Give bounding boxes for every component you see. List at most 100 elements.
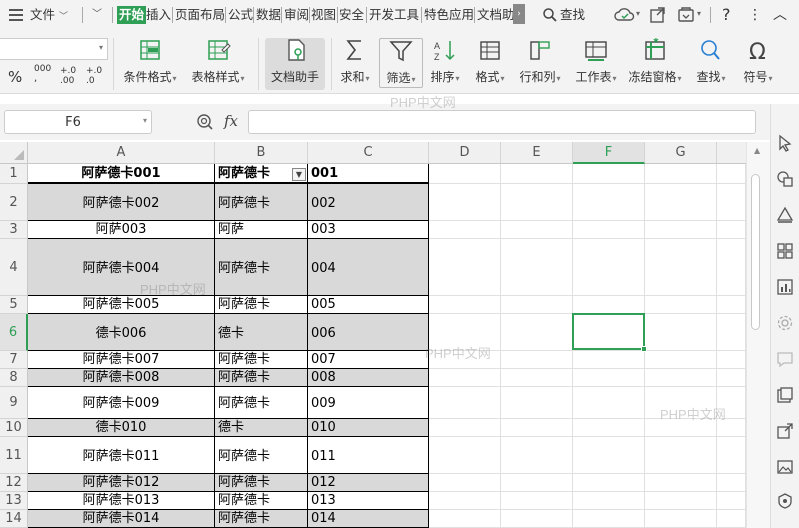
worksheet-button[interactable]: 工作表▾ (568, 38, 624, 90)
settings-icon[interactable] (776, 314, 794, 332)
cell-f1[interactable] (573, 164, 645, 184)
cell-f5[interactable] (573, 296, 645, 314)
cell-a6[interactable]: 德卡006 (28, 314, 215, 351)
cell-g12[interactable] (645, 474, 717, 492)
table-style-button[interactable]: 表格样式▾ (188, 38, 248, 90)
tab-developer[interactable]: 开发工具 (369, 6, 419, 24)
cell-f11[interactable] (573, 437, 645, 474)
column-header-a[interactable]: A (28, 142, 215, 164)
cell-e11[interactable] (501, 437, 573, 474)
search-icon[interactable] (542, 7, 558, 23)
doc-assistant-button[interactable]: 文档助手 (265, 38, 325, 90)
cell-g7[interactable] (645, 351, 717, 369)
cell-a5[interactable]: 阿萨德卡005 (28, 296, 215, 314)
cell-d8[interactable] (429, 369, 501, 387)
image-icon[interactable] (776, 458, 794, 476)
cell-h7[interactable] (717, 351, 746, 369)
cell-e4[interactable] (501, 239, 573, 296)
zoom-formula-icon[interactable] (196, 113, 214, 131)
cell-h3[interactable] (717, 221, 746, 239)
cell-g2[interactable] (645, 184, 717, 221)
comment-icon[interactable] (776, 350, 794, 368)
vertical-scrollbar[interactable]: ▲ (746, 142, 770, 528)
cell-d13[interactable] (429, 492, 501, 510)
cell-a10[interactable]: 德卡010 (28, 419, 215, 437)
tab-page-layout[interactable]: 页面布局 (175, 6, 225, 24)
column-header-b[interactable]: B (215, 142, 308, 164)
cell-e6[interactable] (501, 314, 573, 351)
cell-c7[interactable]: 007 (308, 351, 429, 369)
cell-h2[interactable] (717, 184, 746, 221)
cell-d3[interactable] (429, 221, 501, 239)
chart-icon[interactable] (776, 278, 794, 296)
tab-data[interactable]: 数据 (256, 6, 281, 24)
filter-button[interactable]: 筛选▾ (379, 38, 423, 90)
quick-access-dropdown-icon[interactable]: ﹀ (92, 6, 102, 24)
cell-e7[interactable] (501, 351, 573, 369)
cell-c2[interactable]: 002 (308, 184, 429, 221)
cell-g6[interactable] (645, 314, 717, 351)
fill-handle[interactable] (641, 346, 647, 352)
cell-h6[interactable] (717, 314, 746, 351)
sort-button[interactable]: AZ 排序▾ (423, 38, 467, 90)
cell-g8[interactable] (645, 369, 717, 387)
row-header-2[interactable]: 2 (0, 184, 28, 221)
cell-c13[interactable]: 013 (308, 492, 429, 510)
cell-e8[interactable] (501, 369, 573, 387)
row-header-8[interactable]: 8 (0, 369, 28, 387)
cell-g5[interactable] (645, 296, 717, 314)
tab-doc-assistant[interactable]: 文档助 (477, 6, 513, 24)
cell-a9[interactable]: 阿萨德卡009 (28, 387, 215, 419)
cell-c9[interactable]: 009 (308, 387, 429, 419)
cell-c3[interactable]: 003 (308, 221, 429, 239)
more-options-icon[interactable]: ⋮ (748, 6, 762, 24)
cell-e3[interactable] (501, 221, 573, 239)
cell-f3[interactable] (573, 221, 645, 239)
column-header-g[interactable]: G (645, 142, 717, 164)
thousands-separator-button[interactable]: 000, (34, 65, 51, 84)
cell-b8[interactable]: 阿萨德卡 (215, 369, 308, 387)
tab-review[interactable]: 审阅 (284, 6, 309, 24)
filter-dropdown-icon[interactable]: ▼ (292, 168, 306, 181)
selected-cell-f6[interactable] (572, 313, 647, 352)
cell-a3[interactable]: 阿萨003 (28, 221, 215, 239)
cell-h14[interactable] (717, 510, 746, 528)
row-header-14[interactable]: 14 (0, 510, 28, 528)
cell-g11[interactable] (645, 437, 717, 474)
cell-f14[interactable] (573, 510, 645, 528)
cell-g3[interactable] (645, 221, 717, 239)
cell-c14[interactable]: 014 (308, 510, 429, 528)
row-header-10[interactable]: 10 (0, 419, 28, 437)
cell-b2[interactable]: 阿萨德卡 (215, 184, 308, 221)
cell-h12[interactable] (717, 474, 746, 492)
cell-h4[interactable] (717, 239, 746, 296)
cell-b13[interactable]: 阿萨德卡 (215, 492, 308, 510)
cell-b7[interactable]: 阿萨德卡 (215, 351, 308, 369)
symbol-button[interactable]: Ω 符号▾ (736, 38, 780, 90)
export-icon[interactable] (776, 422, 794, 440)
collapse-ribbon-icon[interactable]: ︿ (773, 6, 787, 24)
collab-dropdown-icon[interactable]: ▾ (697, 9, 701, 18)
sum-button[interactable]: 求和▾ (330, 38, 380, 90)
tab-security[interactable]: 安全 (339, 6, 364, 24)
cell-c5[interactable]: 005 (308, 296, 429, 314)
cell-f8[interactable] (573, 369, 645, 387)
cell-e2[interactable] (501, 184, 573, 221)
style-icon[interactable] (776, 206, 794, 224)
formula-input[interactable] (248, 110, 756, 134)
select-all-corner[interactable] (0, 142, 28, 164)
spreadsheet-grid[interactable]: A B C D E F G 1 阿萨德卡001 阿萨德卡 001 2 阿萨德卡002 阿萨德… (0, 95, 746, 528)
shield-icon[interactable] (776, 492, 794, 510)
cell-d11[interactable] (429, 437, 501, 474)
conditional-format-button[interactable]: 条件格式▾ (120, 38, 180, 90)
column-header-h[interactable] (717, 142, 746, 164)
file-menu[interactable]: 文件 ﹀ (30, 6, 68, 24)
row-header-9[interactable]: 9 (0, 387, 28, 419)
cell-a13[interactable]: 阿萨德卡013 (28, 492, 215, 510)
cell-f13[interactable] (573, 492, 645, 510)
cell-a11[interactable]: 阿萨德卡011 (28, 437, 215, 474)
number-format-select[interactable]: ▾ (0, 38, 108, 60)
tab-formulas[interactable]: 公式 (228, 6, 253, 24)
row-header-6[interactable]: 6 (0, 314, 28, 351)
cell-e13[interactable] (501, 492, 573, 510)
